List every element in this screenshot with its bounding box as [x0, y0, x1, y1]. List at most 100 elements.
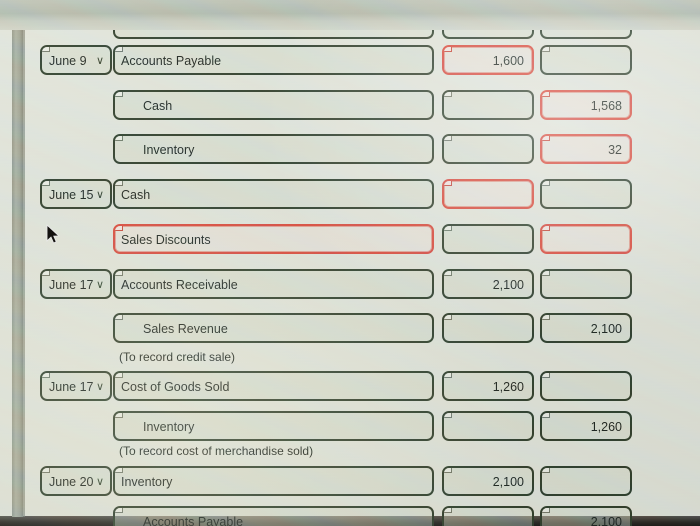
- valid-check-icon: ✔: [444, 271, 452, 276]
- valid-check-icon: ✔: [42, 47, 50, 52]
- account-title-input[interactable]: Cash ✔: [113, 90, 434, 120]
- debit-amount-input[interactable]: 2,100 ✔: [442, 269, 534, 299]
- account-title-input[interactable]: Accounts Payable ✔: [113, 45, 434, 75]
- credit-amount-input[interactable]: 1,568 ✖: [540, 90, 632, 120]
- valid-check-icon: ✔: [542, 47, 550, 52]
- valid-check-icon: ✔: [444, 315, 452, 320]
- debit-amount-value: 2,100: [492, 475, 524, 489]
- account-title-value: Sales Discounts: [121, 233, 211, 247]
- date-select[interactable]: June 17 ∨ ✔: [40, 371, 112, 401]
- entry-explanation-text: (To record credit sale): [119, 350, 236, 364]
- debit-amount-input[interactable]: 1,600 ✖: [442, 45, 534, 75]
- valid-check-icon: ✔: [115, 47, 123, 52]
- debit-amount-input[interactable]: ✔: [442, 90, 534, 120]
- date-select-value: June 17: [49, 380, 94, 394]
- debit-amount-input[interactable]: ✔: [442, 506, 534, 526]
- invalid-cross-icon: ✖: [444, 47, 452, 52]
- valid-check-icon: ✔: [115, 271, 123, 276]
- journal-entry-row: Inventory ✔ ✔ 32 ✖: [0, 134, 700, 179]
- account-title-value: Accounts Receivable: [121, 278, 238, 292]
- valid-check-icon: ✔: [115, 468, 123, 473]
- chevron-down-icon: ∨: [95, 55, 104, 67]
- valid-check-icon: ✔: [42, 271, 50, 276]
- account-title-value: Inventory: [121, 475, 173, 489]
- valid-check-icon: ✔: [542, 373, 550, 378]
- debit-amount-value: 1,260: [492, 380, 524, 394]
- account-title-value: Accounts Payable: [121, 54, 222, 68]
- date-select[interactable]: June 17 ∨ ✔: [40, 269, 112, 299]
- valid-check-icon: ✔: [42, 181, 50, 186]
- account-title-input[interactable]: Accounts Payable ✔: [113, 506, 434, 526]
- credit-amount-input[interactable]: ✔: [540, 269, 632, 299]
- debit-amount-input[interactable]: ✔: [442, 411, 534, 441]
- credit-amount-value: 1,568: [590, 99, 622, 113]
- valid-check-icon: ✔: [115, 181, 123, 186]
- credit-amount-input[interactable]: ✔: [540, 466, 632, 496]
- credit-amount-input[interactable]: ✖: [540, 224, 632, 254]
- photographed-screen: June 9 ∨ ✔ Accounts Payable ✔ 1,600 ✖ ✔ Cash ✔ ✔ 1,…: [0, 0, 700, 526]
- journal-entry-table: June 9 ∨ ✔ Accounts Payable ✔ 1,600 ✖ ✔ Cash ✔ ✔ 1,…: [0, 30, 700, 526]
- valid-check-icon: ✔: [542, 181, 550, 186]
- chevron-down-icon: ∨: [95, 476, 104, 488]
- debit-amount-input[interactable]: ✔: [442, 224, 534, 254]
- date-select-value: June 9: [49, 54, 87, 68]
- valid-check-icon: ✔: [444, 92, 452, 97]
- credit-amount-input[interactable]: 1,260 ✔: [540, 411, 632, 441]
- credit-amount-input[interactable]: ✔: [540, 45, 632, 75]
- invalid-cross-icon: ✖: [115, 226, 123, 231]
- credit-amount-value: 32: [608, 143, 622, 157]
- invalid-cross-icon: ✖: [444, 181, 452, 186]
- journal-entry-row: June 17 ∨ ✔ Cost of Goods Sold ✔ 1,260 ✔ ✔: [0, 371, 700, 416]
- journal-entry-row: June 17 ∨ ✔ Accounts Receivable ✔ 2,100 ✔ ✔: [0, 269, 700, 314]
- credit-amount-input[interactable]: ✔: [540, 179, 632, 209]
- debit-amount-input[interactable]: ✔: [442, 313, 534, 343]
- credit-amount-input[interactable]: 32 ✖: [540, 134, 632, 164]
- account-title-input[interactable]: Inventory ✔: [113, 466, 434, 496]
- debit-amount-input[interactable]: 2,100 ✔: [442, 466, 534, 496]
- credit-amount-input[interactable]: 2,100 ✔: [540, 313, 632, 343]
- valid-check-icon: ✔: [542, 413, 550, 418]
- valid-check-icon: ✔: [42, 468, 50, 473]
- clipped-field-top-row-0: [113, 30, 434, 39]
- account-title-input[interactable]: Accounts Receivable ✔: [113, 269, 434, 299]
- account-title-input[interactable]: Cash ✔: [113, 179, 434, 209]
- account-title-input[interactable]: Sales Revenue ✔: [113, 313, 434, 343]
- account-title-input[interactable]: Cost of Goods Sold ✔: [113, 371, 434, 401]
- credit-amount-value: 2,100: [590, 322, 622, 336]
- debit-amount-value: 1,600: [492, 54, 524, 68]
- date-select[interactable]: June 9 ∨ ✔: [40, 45, 112, 75]
- invalid-cross-icon: ✖: [542, 92, 550, 97]
- account-title-value: Cash: [121, 188, 151, 202]
- valid-check-icon: ✔: [542, 508, 550, 513]
- account-title-input[interactable]: Inventory ✔: [113, 134, 434, 164]
- clipped-field-top-row-1: [442, 30, 534, 39]
- valid-check-icon: ✔: [115, 508, 123, 513]
- journal-entry-row: Inventory ✔ ✔ 1,260 ✔: [0, 411, 700, 456]
- journal-entry-row: Accounts Payable ✔ ✔ 2,100 ✔: [0, 506, 700, 526]
- account-title-input[interactable]: Inventory ✔: [113, 411, 434, 441]
- valid-check-icon: ✔: [115, 315, 123, 320]
- valid-check-icon: ✔: [115, 373, 123, 378]
- credit-amount-input[interactable]: ✔: [540, 371, 632, 401]
- date-select-value: June 17: [49, 278, 94, 292]
- debit-amount-input[interactable]: 1,260 ✔: [442, 371, 534, 401]
- debit-amount-input[interactable]: ✔: [442, 134, 534, 164]
- credit-amount-value: 2,100: [590, 515, 622, 526]
- credit-amount-input[interactable]: 2,100 ✔: [540, 506, 632, 526]
- valid-check-icon: ✔: [444, 413, 452, 418]
- invalid-cross-icon: ✖: [542, 226, 550, 231]
- valid-check-icon: ✔: [542, 271, 550, 276]
- valid-check-icon: ✔: [444, 373, 452, 378]
- date-select[interactable]: June 20 ∨ ✔: [40, 466, 112, 496]
- valid-check-icon: ✔: [444, 226, 452, 231]
- debit-amount-input[interactable]: ✖: [442, 179, 534, 209]
- journal-entry-row: June 15 ∨ ✔ Cash ✔ ✖ ✔: [0, 179, 700, 224]
- account-title-value: Cash: [143, 99, 173, 113]
- date-select[interactable]: June 15 ∨ ✔: [40, 179, 112, 209]
- valid-check-icon: ✔: [115, 136, 123, 141]
- valid-check-icon: ✔: [542, 468, 550, 473]
- valid-check-icon: ✔: [42, 373, 50, 378]
- account-title-input[interactable]: Sales Discounts ✖: [113, 224, 434, 254]
- journal-entry-row: June 20 ∨ ✔ Inventory ✔ 2,100 ✔ ✔: [0, 466, 700, 511]
- account-title-value: Sales Revenue: [143, 322, 228, 336]
